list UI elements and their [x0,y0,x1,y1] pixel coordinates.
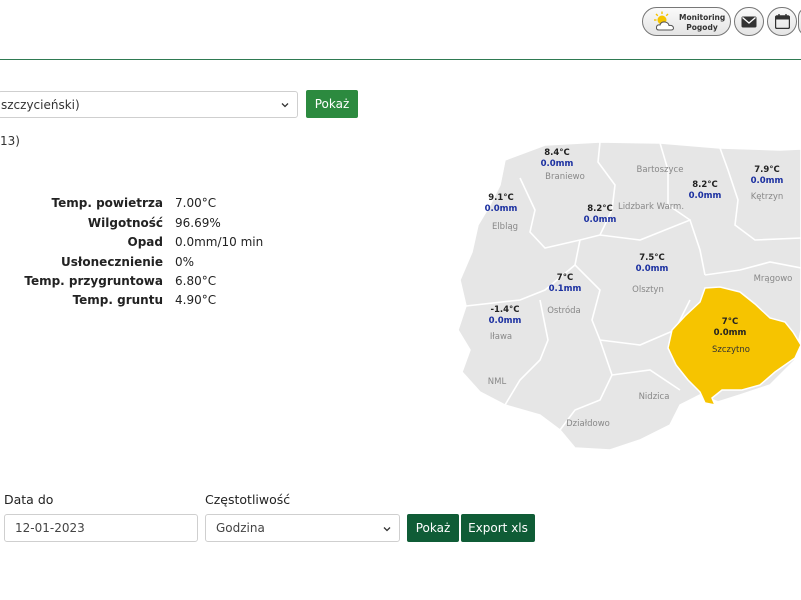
monitoring-pogody-label: Monitoring Pogody [679,13,725,33]
region-precip-olsztyn: 0.0mm [636,264,669,274]
value-ground-surface-temp: 6.80°C [175,274,217,288]
region-temp-olsztyn: 7.5°C [639,253,665,263]
monitoring-pogody-button[interactable]: Monitoring Pogody [642,7,731,36]
region-name-nml: NML [488,377,507,387]
value-soil-temp: 4.90°C [175,293,217,307]
label-soil-temp: Temp. gruntu [72,293,163,307]
export-xls-button[interactable]: Export xls [461,514,535,542]
region-name-k-trzyn: Kętrzyn [751,192,784,202]
header-divider [0,59,801,60]
region-name-olsztyn: Olsztyn [632,285,664,295]
region-name-nidzica: Nidzica [639,392,670,402]
region-precip-lidzbark-warm-: 0.0mm [584,215,617,225]
region-precip-k-trzyn: 0.0mm [751,176,784,186]
station-info-partial: 13) [0,134,20,148]
chevron-down-icon [281,103,289,108]
show-button-top[interactable]: Pokaż [306,90,358,118]
region-temp-k-trzyn: 7.9°C [754,165,780,175]
region-precip-szczytno: 0.0mm [714,328,747,338]
label-ground-surface-temp: Temp. przygruntowa [24,274,163,288]
region-precip-i-awa: 0.0mm [489,316,522,326]
value-precipitation: 0.0mm/10 min [175,235,264,249]
frequency-select[interactable]: Godzina [205,514,400,542]
station-select-value: szczycieński) [1,98,80,112]
value-humidity: 96.69% [175,216,221,230]
region-name-bartoszyce: Bartoszyce [637,165,684,175]
frequency-value: Godzina [216,521,265,535]
region-name-elbl-g: Elbląg [492,222,518,232]
monitoring-label-line1: Monitoring [679,13,726,22]
date-to-label: Data do [4,492,54,507]
region-name-ostr-da: Ostróda [547,305,581,316]
region-precip-braniewo: 0.0mm [541,159,574,169]
label-air-temp: Temp. powietrza [51,196,163,210]
region-name-dzia-dowo: Działdowo [566,419,610,429]
region-name-szczytno: Szczytno [712,345,750,355]
date-to-value: 12-01-2023 [15,521,85,535]
region-temp-bartoszyce-east: 8.2°C [692,180,718,190]
calendar-icon [775,14,790,29]
frequency-label: Częstotliwość [205,492,291,507]
region-name-mr-gowo: Mrągowo [754,274,793,284]
region-precip-elbl-g: 0.0mm [485,204,518,214]
region-temp-braniewo: 8.4°C [544,148,570,158]
weather-sun-cloud-icon [654,11,675,31]
show-button[interactable]: Pokaż [407,514,459,542]
label-humidity: Wilgotność [87,216,163,230]
region-precip-bartoszyce-east: 0.0mm [689,191,722,201]
label-precipitation: Opad [127,235,163,249]
map-landmass [457,141,801,451]
region-temp-i-awa: -1.4°C [490,305,519,315]
region-map: Braniewo Bartoszyce Kętrzyn Lidzbark Warm. E… [457,141,801,451]
date-to-input[interactable]: 12-01-2023 [4,514,198,542]
mail-icon [741,16,757,28]
region-name-braniewo: Braniewo [545,172,585,182]
region-temp-szczytno: 7°C [722,317,738,327]
monitoring-label-line2: Pogody [686,23,718,32]
chevron-down-icon [383,527,391,532]
region-precip-ostr-da: 0.1mm [549,284,582,294]
mail-button[interactable] [734,7,764,36]
label-sunshine: Usłonecznienie [61,255,163,269]
value-air-temp: 7.00°C [175,196,217,210]
value-sunshine: 0% [175,255,195,269]
region-name-lidzbark-warm-: Lidzbark Warm. [618,202,684,212]
region-temp-lidzbark-warm-: 8.2°C [587,204,613,214]
calendar-button[interactable] [767,7,797,36]
region-name-i-awa: Iława [490,332,512,342]
region-temp-ostr-da: 7°C [557,273,573,283]
region-temp-elbl-g: 9.1°C [488,193,514,203]
station-select[interactable]: szczycieński) [0,91,298,118]
